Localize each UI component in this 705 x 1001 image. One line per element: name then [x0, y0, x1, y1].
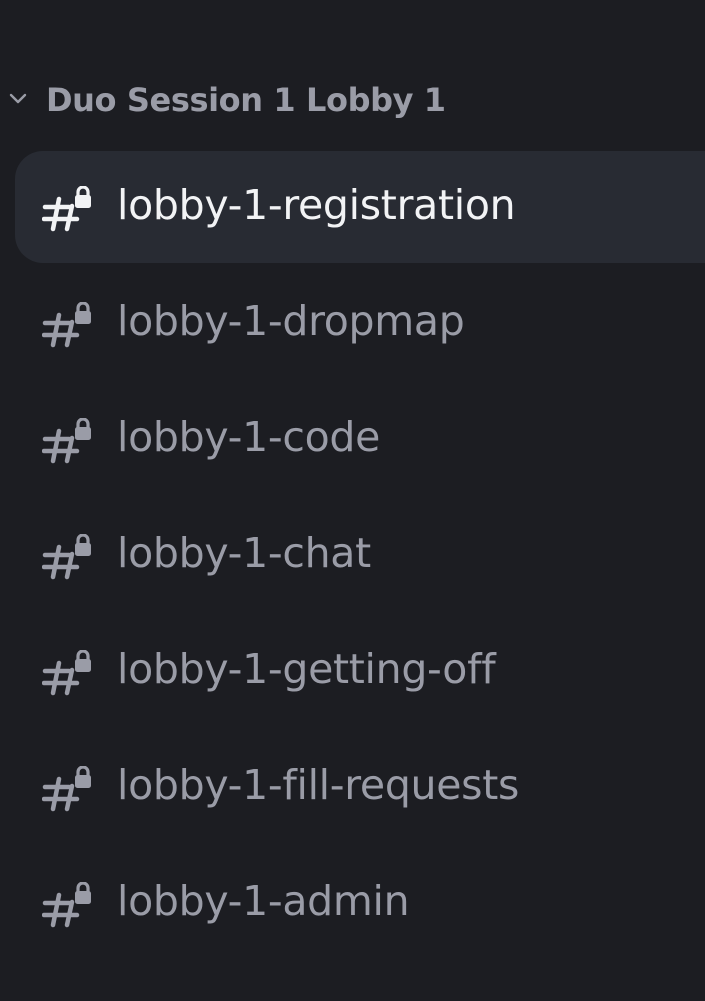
- locked-text-channel-icon: [42, 186, 91, 232]
- locked-text-channel-icon: [42, 882, 91, 928]
- channel-name: lobby-1-chat: [117, 529, 371, 577]
- channel-name: lobby-1-fill-requests: [117, 761, 520, 809]
- locked-text-channel-icon: [42, 766, 91, 812]
- locked-text-channel-icon: [42, 650, 91, 696]
- category-header[interactable]: Duo Session 1 Lobby 1: [0, 68, 705, 132]
- channel-item-lobby-1-getting-off[interactable]: lobby-1-getting-off: [15, 615, 705, 727]
- channel-name: lobby-1-getting-off: [117, 645, 496, 693]
- channel-item-lobby-1-admin[interactable]: lobby-1-admin: [15, 847, 705, 959]
- channel-name: lobby-1-code: [117, 413, 381, 461]
- channel-sidebar: Duo Session 1 Lobby 1 lobby-1-registrati…: [0, 0, 705, 1001]
- category-label: Duo Session 1 Lobby 1: [46, 81, 446, 119]
- chevron-down-icon: [9, 93, 27, 104]
- channel-item-lobby-1-fill-requests[interactable]: lobby-1-fill-requests: [15, 731, 705, 843]
- channel-item-lobby-1-registration[interactable]: lobby-1-registration: [15, 151, 705, 263]
- channel-name: lobby-1-dropmap: [117, 297, 465, 345]
- locked-text-channel-icon: [42, 302, 91, 348]
- locked-text-channel-icon: [42, 534, 91, 580]
- channel-item-lobby-1-code[interactable]: lobby-1-code: [15, 383, 705, 495]
- channel-name: lobby-1-registration: [117, 181, 516, 229]
- channel-item-lobby-1-dropmap[interactable]: lobby-1-dropmap: [15, 267, 705, 379]
- channel-item-lobby-1-chat[interactable]: lobby-1-chat: [15, 499, 705, 611]
- channel-name: lobby-1-admin: [117, 877, 410, 925]
- locked-text-channel-icon: [42, 418, 91, 464]
